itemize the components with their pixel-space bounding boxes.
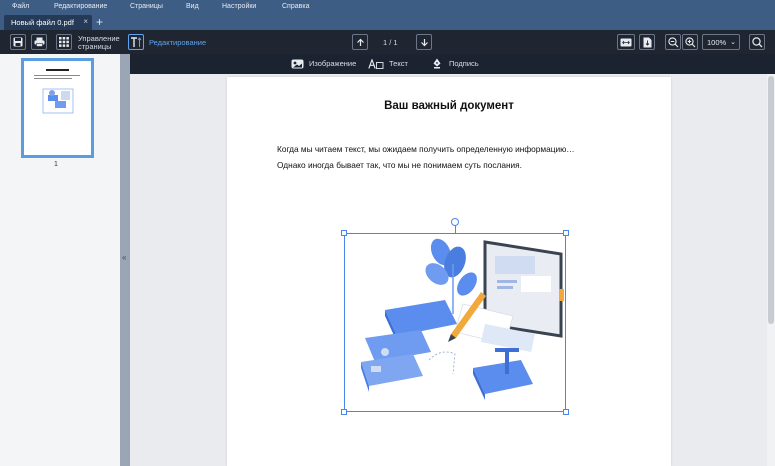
tab-close-icon[interactable]: × <box>83 17 88 26</box>
thumbnail-preview <box>34 69 80 114</box>
pdf-page[interactable]: Ваш важный документ Когда мы читаем текс… <box>227 77 671 466</box>
add-text-label: Текст <box>389 59 408 68</box>
add-signature-tool[interactable]: Подпись <box>430 58 479 69</box>
edit-text-icon <box>131 36 142 47</box>
menu-pages[interactable]: Страницы <box>130 3 163 10</box>
save-button[interactable] <box>10 34 26 50</box>
fit-width-button[interactable] <box>617 34 635 50</box>
menu-view[interactable]: Вид <box>186 3 199 10</box>
zoom-out-icon <box>667 36 678 47</box>
prev-page-button[interactable] <box>352 34 368 50</box>
document-paragraph-line-2[interactable]: Однако иногда бывает так, что мы не пони… <box>277 160 522 170</box>
print-icon <box>34 37 44 47</box>
arrow-down-icon <box>420 38 428 46</box>
manage-pages-label[interactable]: Управление страницы <box>78 35 120 51</box>
scrollbar-thumb[interactable] <box>768 76 774 324</box>
tab-title: Новый файл 0.pdf <box>11 18 74 27</box>
add-text-tool[interactable]: Текст <box>368 58 408 69</box>
next-page-button[interactable] <box>416 34 432 50</box>
menu-help[interactable]: Справка <box>282 3 309 10</box>
fit-width-icon <box>620 38 632 46</box>
fit-page-icon <box>643 37 651 47</box>
menu-settings[interactable]: Настройки <box>222 3 256 10</box>
search-icon <box>751 36 762 47</box>
thumbnail-page-number: 1 <box>54 161 58 168</box>
zoom-in-button[interactable] <box>682 34 698 50</box>
page-indicator: 1 / 1 <box>383 38 398 47</box>
add-image-tool[interactable]: Изображение <box>290 58 356 69</box>
collapse-panel-icon[interactable]: « <box>122 253 126 262</box>
page-thumbnail[interactable] <box>21 58 94 158</box>
add-image-label: Изображение <box>309 59 357 68</box>
manage-pages-button[interactable] <box>56 34 72 50</box>
text-icon <box>368 58 384 69</box>
grid-icon <box>59 37 69 47</box>
menu-bar: Файл Редактирование Страницы Вид Настрой… <box>0 0 775 14</box>
selected-image[interactable] <box>341 218 569 415</box>
menu-file[interactable]: Файл <box>12 3 29 10</box>
edit-mode-label[interactable]: Редактирование <box>149 39 206 47</box>
tab-bar: Новый файл 0.pdf × + <box>0 14 775 30</box>
document-viewport: Ваш важный документ Когда мы читаем текс… <box>130 74 775 466</box>
arrow-up-icon <box>356 38 364 46</box>
rotate-handle[interactable] <box>451 218 459 226</box>
new-tab-button[interactable]: + <box>96 15 103 29</box>
panel-splitter[interactable]: « <box>120 54 130 466</box>
document-title[interactable]: Ваш важный документ <box>227 100 671 112</box>
resize-handle-top-right[interactable] <box>563 230 569 236</box>
resize-handle-bottom-left[interactable] <box>341 409 347 415</box>
thumbnail-panel: 1 <box>0 54 120 466</box>
vertical-scrollbar[interactable] <box>767 74 775 466</box>
pen-nib-icon <box>430 58 444 69</box>
edit-mode-button[interactable] <box>128 34 144 50</box>
save-icon <box>13 37 23 47</box>
tab-document[interactable]: Новый файл 0.pdf × <box>4 15 92 30</box>
zoom-select[interactable]: 100% ⌄ <box>702 34 740 50</box>
fit-page-button[interactable] <box>639 34 655 50</box>
edit-toolbar: Изображение Текст Подпись <box>130 54 775 74</box>
resize-handle-top-left[interactable] <box>341 230 347 236</box>
document-paragraph-line-1[interactable]: Когда мы читаем текст, мы ожидаем получи… <box>277 144 575 154</box>
main-toolbar: Управление страницы Редактирование 1 / 1… <box>0 30 775 54</box>
add-signature-label: Подпись <box>449 59 479 68</box>
print-button[interactable] <box>31 34 47 50</box>
menu-edit[interactable]: Редактирование <box>54 3 107 10</box>
zoom-value: 100% <box>707 38 727 47</box>
zoom-in-icon <box>684 36 695 47</box>
search-button[interactable] <box>749 34 765 50</box>
chevron-down-icon: ⌄ <box>730 39 736 46</box>
resize-handle-bottom-right[interactable] <box>563 409 569 415</box>
zoom-out-button[interactable] <box>665 34 681 50</box>
image-icon <box>290 58 304 69</box>
document-illustration <box>361 238 564 400</box>
